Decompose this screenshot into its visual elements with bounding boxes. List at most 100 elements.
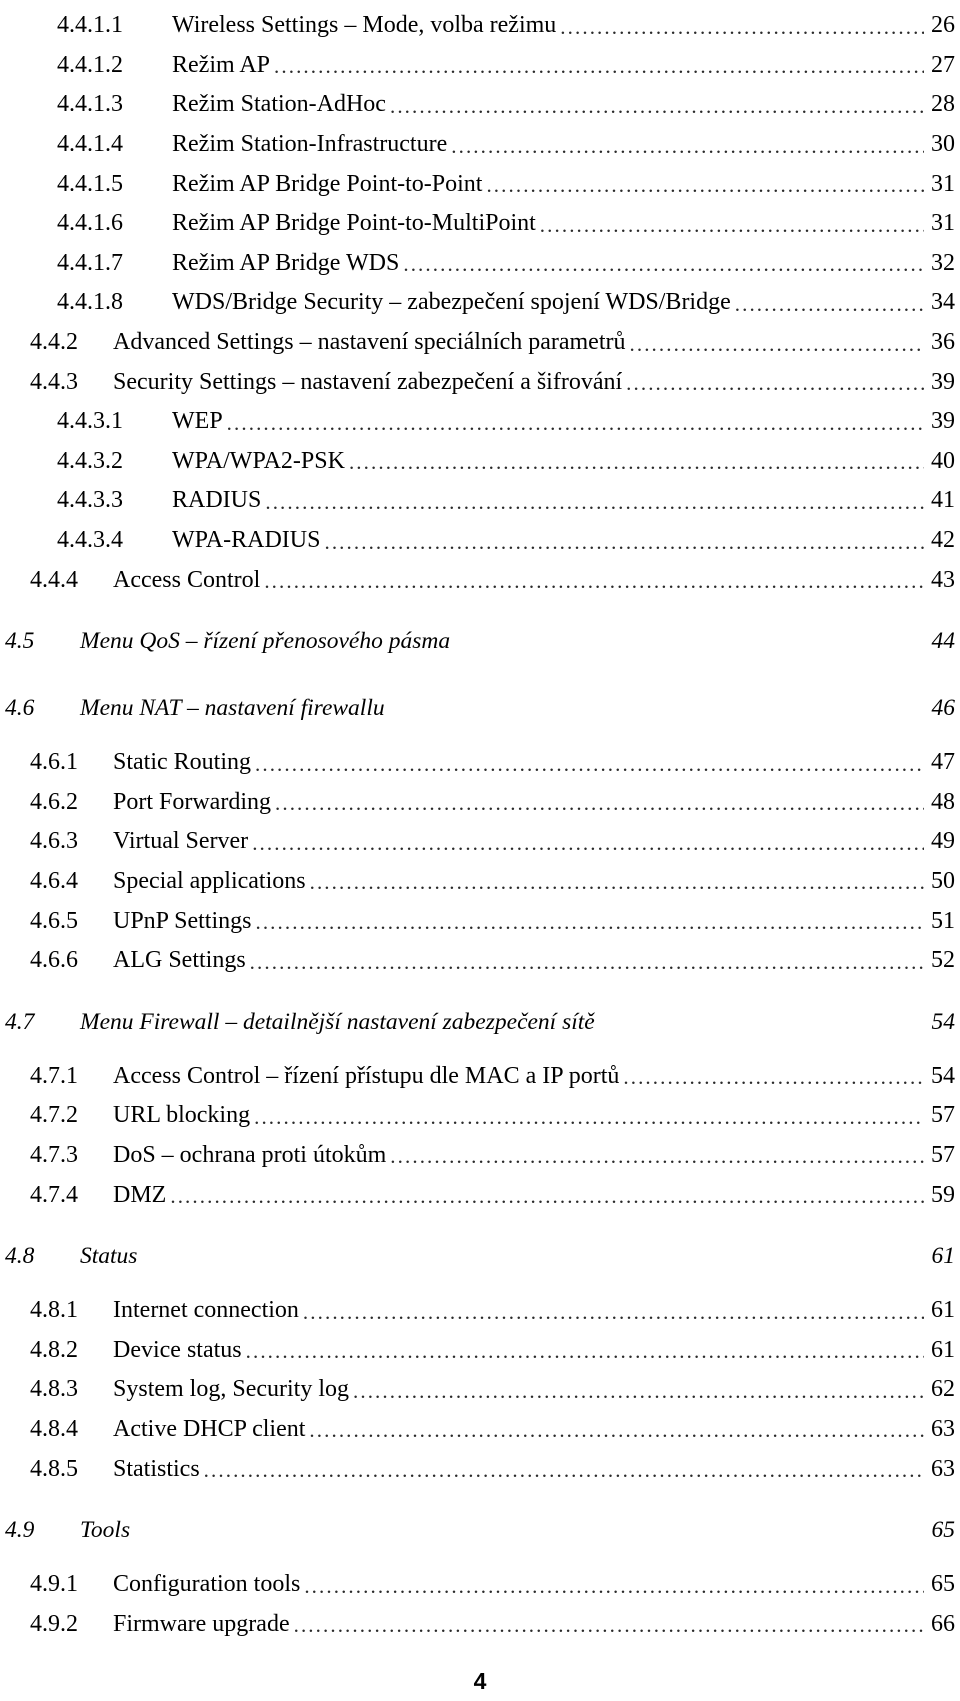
toc-entry[interactable]: 4.9.2 Firmware upgrade 66 [0,1604,960,1644]
toc-dot-leader [454,630,924,654]
toc-dot-leader [227,410,924,434]
toc-entry[interactable]: 4.4.3.4 WPA-RADIUS 42 [0,521,960,561]
toc-entry[interactable]: 4.4.1.1 Wireless Settings – Mode, volba r… [0,6,960,46]
toc-entry-label: RADIUS [172,487,262,514]
toc-entry[interactable]: 4.8 Status 61 [0,1232,960,1282]
toc-entry-page-number: 61 [931,1243,956,1270]
toc-entry[interactable]: 4.4.1.7 Režim AP Bridge WDS 32 [0,244,960,284]
toc-entry-page-number: 54 [931,1008,956,1035]
toc-entry-page-number: 26 [931,12,955,39]
toc-entry-page-number: 48 [931,788,955,815]
toc-entry-number: 4.7 [5,1008,35,1035]
toc-entry-label: Advanced Settings – nastavení speciálníc… [113,329,626,356]
toc-entry[interactable]: 4.4.2 Advanced Settings – nastavení speci… [0,323,960,363]
toc-dot-leader [255,909,924,933]
toc-entry[interactable]: 4.6.1 Static Routing 47 [0,743,960,783]
toc-entry-label: UPnP Settings [113,907,252,934]
toc-dot-leader [540,212,924,236]
toc-entry-number: 4.4.3.3 [57,487,123,514]
toc-entry[interactable]: 4.4.1.3 Režim Station-AdHoc 28 [0,85,960,125]
toc-entry[interactable]: 4.6.2 Port Forwarding 48 [0,783,960,823]
toc-entry[interactable]: 4.4.1.5 Režim AP Bridge Point-to-Point 31 [0,164,960,204]
toc-entry-page-number: 43 [931,566,955,593]
toc-entry-number: 4.6.5 [30,907,78,934]
toc-entry[interactable]: 4.9.1 Configuration tools 65 [0,1565,960,1605]
toc-entry-number: 4.4.4 [30,566,78,593]
toc-entry[interactable]: 4.4.3 Security Settings – nastavení zabez… [0,362,960,402]
toc-entry-page-number: 65 [931,1571,955,1598]
toc-entry-page-number: 34 [931,289,955,316]
toc-entry-label: Port Forwarding [113,788,271,815]
toc-entry-page-number: 40 [931,447,955,474]
toc-entry[interactable]: 4.4.3.1 WEP 39 [0,402,960,442]
toc-entry-number: 4.4.1.1 [57,12,123,39]
toc-entry-label: Status [80,1243,138,1270]
toc-dot-leader [353,1378,924,1402]
toc-dot-leader [264,568,924,592]
toc-dot-leader [403,251,924,275]
toc-entry-number: 4.6.6 [30,947,78,974]
toc-entry-page-number: 44 [931,628,956,655]
toc-entry-number: 4.4.1.3 [57,91,123,118]
toc-entry[interactable]: 4.4.3.3 RADIUS 41 [0,481,960,521]
toc-entry[interactable]: 4.4.1.4 Režim Station-Infrastructure 30 [0,125,960,165]
toc-entry-label: Access Control [113,566,261,593]
toc-entry[interactable]: 4.4.1.6 Režim AP Bridge Point-to-MultiPoi… [0,204,960,244]
toc-entry[interactable]: 4.5 Menu QoS – řízení přenosového pásma 44 [0,617,960,667]
toc-entry[interactable]: 4.4.1.2 Režim AP 27 [0,46,960,86]
toc-entry-label: Režim AP [172,51,271,78]
toc-entry-page-number: 52 [931,947,955,974]
toc-entry-number: 4.6.3 [30,828,78,855]
toc-dot-leader [134,1519,924,1543]
toc-entry-number: 4.6.4 [30,867,78,894]
toc-entry-number: 4.8.4 [30,1415,78,1442]
toc-entry[interactable]: 4.8.2 Device status 61 [0,1330,960,1370]
toc-entry-label: Special applications [113,867,306,894]
toc-dot-leader [623,1064,924,1088]
toc-entry[interactable]: 4.7 Menu Firewall – detailnější nastavení… [0,997,960,1047]
toc-entry[interactable]: 4.7.4 DMZ 59 [0,1175,960,1215]
toc-entry[interactable]: 4.8.5 Statistics 63 [0,1449,960,1489]
toc-entry-page-number: 39 [931,368,955,395]
toc-entry[interactable]: 4.8.4 Active DHCP client 63 [0,1410,960,1450]
toc-entry[interactable]: 4.8.1 Internet connection 61 [0,1291,960,1331]
toc-entry[interactable]: 4.4.1.8 WDS/Bridge Security – zabezpečení… [0,283,960,323]
toc-entry-number: 4.9 [5,1517,35,1544]
toc-entry[interactable]: 4.6.3 Virtual Server 49 [0,822,960,862]
toc-entry-number: 4.6.1 [30,749,78,776]
toc-entry[interactable]: 4.7.1 Access Control – řízení přístupu dl… [0,1056,960,1096]
toc-entry-label: DMZ [113,1181,167,1208]
toc-entry[interactable]: 4.6 Menu NAT – nastavení firewallu 46 [0,684,960,734]
toc-entry-number: 4.7.2 [30,1102,78,1129]
toc-entry[interactable]: 4.8.3 System log, Security log 62 [0,1370,960,1410]
toc-entry[interactable]: 4.6.6 ALG Settings 52 [0,941,960,981]
toc-dot-leader [349,449,924,473]
toc-dot-leader [626,370,924,394]
toc-dot-leader [303,1299,924,1323]
toc-dot-leader [274,53,924,77]
toc-entry-number: 4.9.2 [30,1610,78,1637]
toc-entry[interactable]: 4.6.4 Special applications 50 [0,862,960,902]
toc-entry-number: 4.7.3 [30,1141,78,1168]
toc-entry-number: 4.4.3.2 [57,447,123,474]
toc-entry[interactable]: 4.7.2 URL blocking 57 [0,1096,960,1136]
toc-entry-page-number: 54 [931,1062,955,1089]
toc-entry[interactable]: 4.4.4 Access Control 43 [0,560,960,600]
toc-entry[interactable]: 4.4.3.2 WPA/WPA2-PSK 40 [0,442,960,482]
toc-dot-leader [309,1417,924,1441]
toc-entry-number: 4.4.1.2 [57,51,123,78]
toc-entry[interactable]: 4.7.3 DoS – ochrana proti útokům 57 [0,1136,960,1176]
toc-dot-leader [252,830,924,854]
toc-entry-label: Wireless Settings – Mode, volba režimu [172,12,557,39]
toc-dot-leader [170,1183,924,1207]
toc-entry-page-number: 63 [931,1455,955,1482]
toc-entry-label: Statistics [113,1455,200,1482]
toc-entry-page-number: 41 [931,487,955,514]
toc-entry-label: DoS – ochrana proti útokům [113,1141,387,1168]
toc-entry[interactable]: 4.6.5 UPnP Settings 51 [0,901,960,941]
toc-entry-page-number: 57 [931,1141,955,1168]
toc-entry-page-number: 31 [931,210,955,237]
toc-entry-label: ALG Settings [113,947,246,974]
toc-entry-number: 4.4.3.4 [57,527,123,554]
toc-entry[interactable]: 4.9 Tools 65 [0,1506,960,1556]
